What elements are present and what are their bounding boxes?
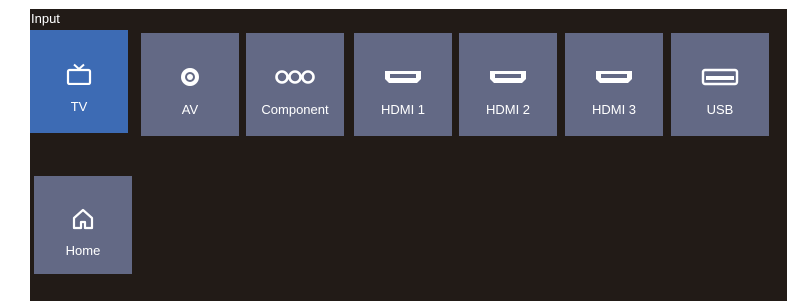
source-tile-av[interactable]: AV: [141, 33, 239, 136]
source-label: HDMI 2: [485, 102, 531, 117]
source-tile-hdmi-3[interactable]: HDMI 3: [565, 33, 663, 136]
component-icon: [275, 65, 315, 89]
usb-icon: [700, 65, 740, 89]
av-jack-icon: [170, 65, 210, 89]
source-label: AV: [181, 102, 199, 117]
home-tile[interactable]: Home: [34, 176, 132, 274]
source-label: HDMI 1: [380, 102, 426, 117]
source-label: USB: [706, 102, 734, 117]
source-label: TV: [70, 99, 88, 114]
home-icon: [63, 207, 103, 231]
source-tile-hdmi-1[interactable]: HDMI 1: [354, 33, 452, 136]
source-tile-tv[interactable]: TV: [30, 30, 128, 133]
source-tile-usb[interactable]: USB: [671, 33, 769, 136]
source-label: HDMI 3: [591, 102, 637, 117]
page-title: Input: [31, 11, 60, 26]
source-tile-component[interactable]: Component: [246, 33, 344, 136]
source-tile-hdmi-2[interactable]: HDMI 2: [459, 33, 557, 136]
hdmi-icon: [594, 65, 634, 89]
hdmi-icon: [383, 65, 423, 89]
home-label: Home: [65, 243, 101, 258]
hdmi-icon: [488, 65, 528, 89]
source-label: Component: [261, 102, 329, 117]
tv-icon: [59, 62, 99, 86]
